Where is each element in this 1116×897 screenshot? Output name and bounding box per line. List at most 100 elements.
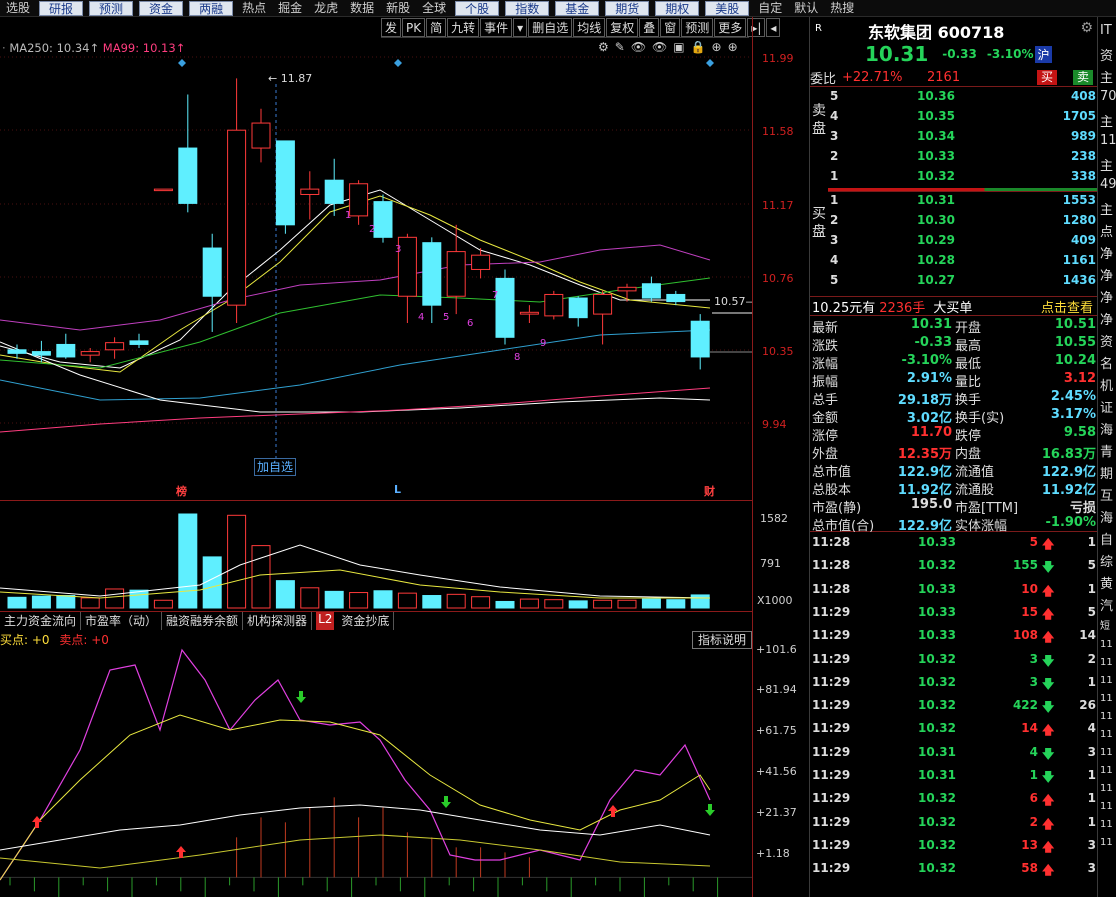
bid-level: 4: [830, 253, 839, 267]
tick-time: 11:29: [812, 628, 851, 643]
far-right-item[interactable]: 11: [1100, 837, 1113, 848]
far-right-item[interactable]: 11: [1100, 765, 1113, 776]
far-right-item[interactable]: 点: [1100, 221, 1113, 240]
ask-row[interactable]: 5 10.36 408: [830, 89, 1098, 109]
topbar-item[interactable]: 默认: [788, 0, 824, 16]
far-right-item[interactable]: 11: [1100, 711, 1113, 722]
far-right-item[interactable]: 净: [1100, 309, 1113, 328]
indicator-tab[interactable]: L2: [316, 612, 335, 630]
far-right-item[interactable]: 黄: [1100, 573, 1113, 592]
quote-key: 金额: [812, 411, 839, 426]
ask-row[interactable]: 4 10.35 1705: [830, 109, 1098, 129]
far-right-item[interactable]: 11: [1100, 819, 1113, 830]
big-trade-link[interactable]: 点击查看: [1041, 297, 1093, 316]
far-right-item[interactable]: 短: [1100, 617, 1110, 632]
far-right-item[interactable]: 11: [1100, 675, 1113, 686]
bid-row[interactable]: 1 10.31 1553: [830, 193, 1098, 213]
ask-level: 3: [830, 129, 839, 143]
tick-price: 10.32: [918, 837, 956, 852]
indicator-explain-button[interactable]: 指标说明: [692, 631, 753, 649]
far-right-item[interactable]: 汽: [1100, 595, 1113, 614]
ask-volume: 408: [1070, 89, 1096, 103]
far-right-item[interactable]: 119: [1100, 133, 1116, 148]
add-watch-button[interactable]: 加自选: [254, 458, 297, 476]
far-right-item[interactable]: 综: [1100, 551, 1113, 570]
far-right-item[interactable]: 机: [1100, 375, 1113, 394]
far-right-item[interactable]: 主: [1100, 67, 1113, 86]
bid-level: 5: [830, 273, 839, 287]
chart-tools[interactable]: ⚙✎👁👁▣🔒⊕⊕: [598, 40, 744, 54]
quote-value: 11.70: [910, 425, 952, 440]
candle-body: [495, 277, 515, 338]
bid-level: 3: [830, 233, 839, 247]
far-right-item[interactable]: 主: [1100, 111, 1113, 130]
gear-icon[interactable]: ⚙: [1080, 20, 1093, 36]
volume-bar: [544, 599, 564, 609]
order-book: 卖盘 买盘 5 10.36 408 4 10.35 1705 3 10.34 989 2 10.33…: [810, 87, 1098, 297]
far-right-item[interactable]: 净: [1100, 287, 1113, 306]
topbar-item[interactable]: 自定: [752, 0, 788, 16]
quote-row: 振幅 2.91% 量比 3.12: [810, 371, 1098, 390]
far-right-item[interactable]: 资: [1100, 331, 1113, 350]
bid-row[interactable]: 2 10.30 1280: [830, 213, 1098, 233]
candle-body: [300, 188, 320, 195]
far-right-item[interactable]: 主: [1100, 155, 1113, 174]
far-right-item[interactable]: 主: [1100, 199, 1113, 218]
bid-row[interactable]: 3 10.29 409: [830, 233, 1098, 253]
ask-row[interactable]: 2 10.33 238: [830, 149, 1098, 169]
ask-row[interactable]: 1 10.32 338: [830, 169, 1098, 189]
ask-volume: 238: [1070, 149, 1096, 163]
far-right-item[interactable]: 11: [1100, 657, 1113, 668]
far-right-item[interactable]: 11: [1100, 693, 1113, 704]
far-right-item[interactable]: 11: [1100, 783, 1113, 794]
indicator-tab[interactable]: 融资融券余额: [162, 612, 244, 630]
far-right-item[interactable]: 11: [1100, 639, 1113, 650]
far-right-item[interactable]: 490: [1100, 177, 1116, 192]
far-right-item[interactable]: 11: [1100, 747, 1113, 758]
bid-row[interactable]: 5 10.27 1436: [830, 273, 1098, 293]
candle-body: [227, 129, 247, 306]
indicator-tab[interactable]: 资金抄底: [337, 612, 395, 630]
event-diamond: [178, 59, 186, 67]
bang-marker[interactable]: 榜: [176, 483, 187, 499]
candle-body: [31, 351, 51, 356]
candle-body: [666, 293, 686, 303]
bid-price: 10.31: [917, 193, 955, 207]
buy-button[interactable]: 买: [1036, 70, 1057, 85]
far-right-item[interactable]: 青: [1100, 441, 1113, 460]
far-right-item[interactable]: 海: [1100, 507, 1113, 526]
far-right-item[interactable]: 资: [1100, 45, 1113, 64]
kline-chart[interactable]: ← 11.87 10.57— 1 2 3 4 5 6 7 8 9: [0, 0, 752, 897]
ask-row[interactable]: 3 10.34 989: [830, 129, 1098, 149]
far-right-item[interactable]: 期: [1100, 463, 1113, 482]
indicator-tab[interactable]: 机构探测器: [243, 612, 313, 630]
quote-value: -0.33: [914, 335, 952, 350]
far-right-item[interactable]: 互: [1100, 485, 1113, 504]
far-right-item[interactable]: 海: [1100, 419, 1113, 438]
far-right-item[interactable]: 11: [1100, 729, 1113, 740]
far-right-item[interactable]: IT: [1100, 23, 1112, 38]
far-right-item[interactable]: 净: [1100, 243, 1113, 262]
l-marker[interactable]: L: [394, 483, 401, 496]
far-right-item[interactable]: 净: [1100, 265, 1113, 284]
chart-toolbar-button[interactable]: ◂: [766, 18, 781, 37]
cai-marker[interactable]: 财: [704, 483, 715, 499]
ma99-line: [0, 387, 711, 433]
far-right-item[interactable]: 自: [1100, 529, 1113, 548]
topbar-item[interactable]: 热搜: [824, 0, 860, 16]
price-axis-label: 11.99: [762, 52, 794, 65]
far-right-item[interactable]: 702: [1100, 89, 1116, 104]
far-right-item[interactable]: 名: [1100, 353, 1113, 372]
quote-key: 最高: [955, 339, 982, 354]
far-right-item[interactable]: 证: [1100, 397, 1113, 416]
sell-button[interactable]: 卖: [1072, 70, 1093, 85]
ma30-line: [0, 277, 711, 369]
price-row: 10.31 -0.33 -3.10% 沪: [810, 39, 1097, 69]
tick-row: 11:28 10.33 5 🡅 1: [810, 535, 1097, 558]
candle-body: [349, 183, 369, 217]
bid-row[interactable]: 4 10.28 1161: [830, 253, 1098, 273]
indicator-tab[interactable]: 主力资金流向: [0, 612, 82, 630]
tick-price: 10.33: [918, 535, 956, 549]
far-right-item[interactable]: 11: [1100, 801, 1113, 812]
indicator-tab[interactable]: 市盈率（动）: [81, 612, 163, 630]
